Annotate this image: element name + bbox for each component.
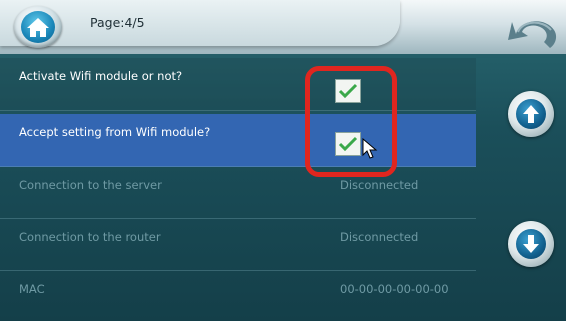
home-icon: [27, 18, 49, 37]
setting-row-accept-wifi-setting[interactable]: Accept setting from Wifi module?: [0, 114, 476, 167]
arrow-up-icon: [523, 105, 539, 123]
scroll-down-button[interactable]: [508, 221, 554, 267]
setting-label: Accept setting from Wifi module?: [19, 125, 211, 139]
mouse-cursor-icon: [362, 138, 378, 159]
setting-row-mac: MAC 00-00-00-00-00-00: [0, 270, 476, 321]
scroll-up-button[interactable]: [508, 91, 554, 137]
setting-label: Connection to the server: [19, 178, 162, 192]
hmi-screen: Page:4/5 Activate Wifi module or not? Ac…: [0, 0, 566, 321]
arrow-down-icon: [523, 235, 539, 253]
setting-row-activate-wifi[interactable]: Activate Wifi module or not?: [0, 58, 476, 111]
setting-row-router-connection: Connection to the router Disconnected: [0, 218, 476, 271]
setting-row-server-connection: Connection to the server Disconnected: [0, 166, 476, 219]
setting-label: Activate Wifi module or not?: [19, 69, 183, 83]
server-connection-status: Disconnected: [340, 178, 419, 192]
router-connection-status: Disconnected: [340, 230, 419, 244]
mac-address-value: 00-00-00-00-00-00: [340, 282, 449, 296]
red-highlight-annotation: [305, 66, 397, 177]
top-bar: Page:4/5: [0, 0, 566, 54]
setting-label: MAC: [19, 282, 45, 296]
home-button[interactable]: [14, 6, 62, 48]
setting-label: Connection to the router: [19, 230, 161, 244]
back-arrow-icon[interactable]: [504, 12, 562, 52]
page-indicator: Page:4/5: [90, 15, 145, 30]
